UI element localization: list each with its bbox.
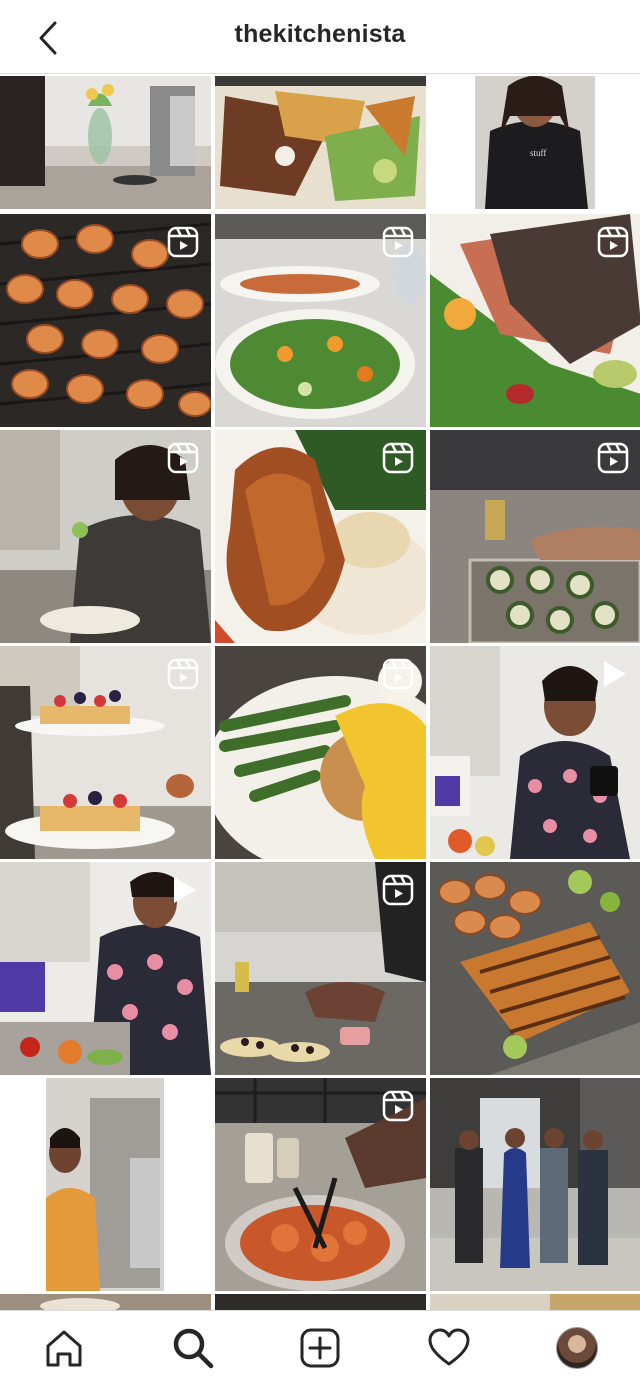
home-icon xyxy=(46,1330,82,1367)
top-header: thekitchenista xyxy=(0,0,640,74)
post-image xyxy=(215,76,426,209)
grid-post[interactable] xyxy=(0,646,211,859)
tab-new-post[interactable] xyxy=(297,1325,343,1371)
profile-avatar xyxy=(556,1327,598,1369)
grid-post[interactable] xyxy=(430,1294,640,1310)
grid-post[interactable] xyxy=(215,430,426,643)
grid-post[interactable]: stuff xyxy=(430,76,640,209)
tab-profile[interactable] xyxy=(554,1325,600,1371)
post-image xyxy=(215,1294,426,1310)
grid-post[interactable] xyxy=(430,430,640,643)
post-image xyxy=(430,1294,640,1310)
grid-post[interactable] xyxy=(430,646,640,859)
reel-icon xyxy=(382,874,414,906)
bottom-tab-bar xyxy=(0,1310,640,1386)
grid-post[interactable] xyxy=(430,862,640,1075)
reel-icon xyxy=(597,226,629,258)
post-image xyxy=(430,862,640,1075)
reel-icon xyxy=(597,442,629,474)
tab-home[interactable] xyxy=(41,1325,87,1371)
grid-post[interactable] xyxy=(430,1078,640,1291)
reel-icon xyxy=(382,226,414,258)
tab-search[interactable] xyxy=(170,1325,216,1371)
post-image: stuff xyxy=(430,76,640,209)
grid-post[interactable] xyxy=(0,862,211,1075)
search-icon xyxy=(173,1328,214,1369)
page-title: thekitchenista xyxy=(234,20,406,48)
grid-post[interactable] xyxy=(0,76,211,209)
play-icon xyxy=(174,877,196,903)
grid-post[interactable] xyxy=(0,1294,211,1310)
grid-post[interactable] xyxy=(0,214,211,427)
grid-post[interactable] xyxy=(215,1078,426,1291)
explore-grid: stuff xyxy=(0,76,640,1310)
post-image xyxy=(430,1078,640,1291)
grid-post[interactable] xyxy=(430,214,640,427)
grid-post[interactable] xyxy=(215,214,426,427)
grid-post[interactable] xyxy=(0,1078,211,1291)
reel-icon xyxy=(167,442,199,474)
grid-post[interactable] xyxy=(215,646,426,859)
add-post-icon xyxy=(300,1328,340,1368)
svg-text:stuff: stuff xyxy=(530,148,546,158)
post-image xyxy=(0,1078,211,1291)
tab-activity[interactable] xyxy=(426,1325,472,1371)
reel-icon xyxy=(382,1090,414,1122)
reel-icon xyxy=(382,658,414,690)
reel-icon xyxy=(167,658,199,690)
grid-post[interactable] xyxy=(215,1294,426,1310)
reel-icon xyxy=(167,226,199,258)
play-icon xyxy=(604,661,626,687)
grid-post[interactable] xyxy=(215,76,426,209)
grid-post[interactable] xyxy=(0,430,211,643)
grid-post[interactable] xyxy=(215,862,426,1075)
heart-icon xyxy=(428,1328,470,1366)
reel-icon xyxy=(382,442,414,474)
post-image xyxy=(0,1294,211,1310)
post-image xyxy=(0,76,211,209)
